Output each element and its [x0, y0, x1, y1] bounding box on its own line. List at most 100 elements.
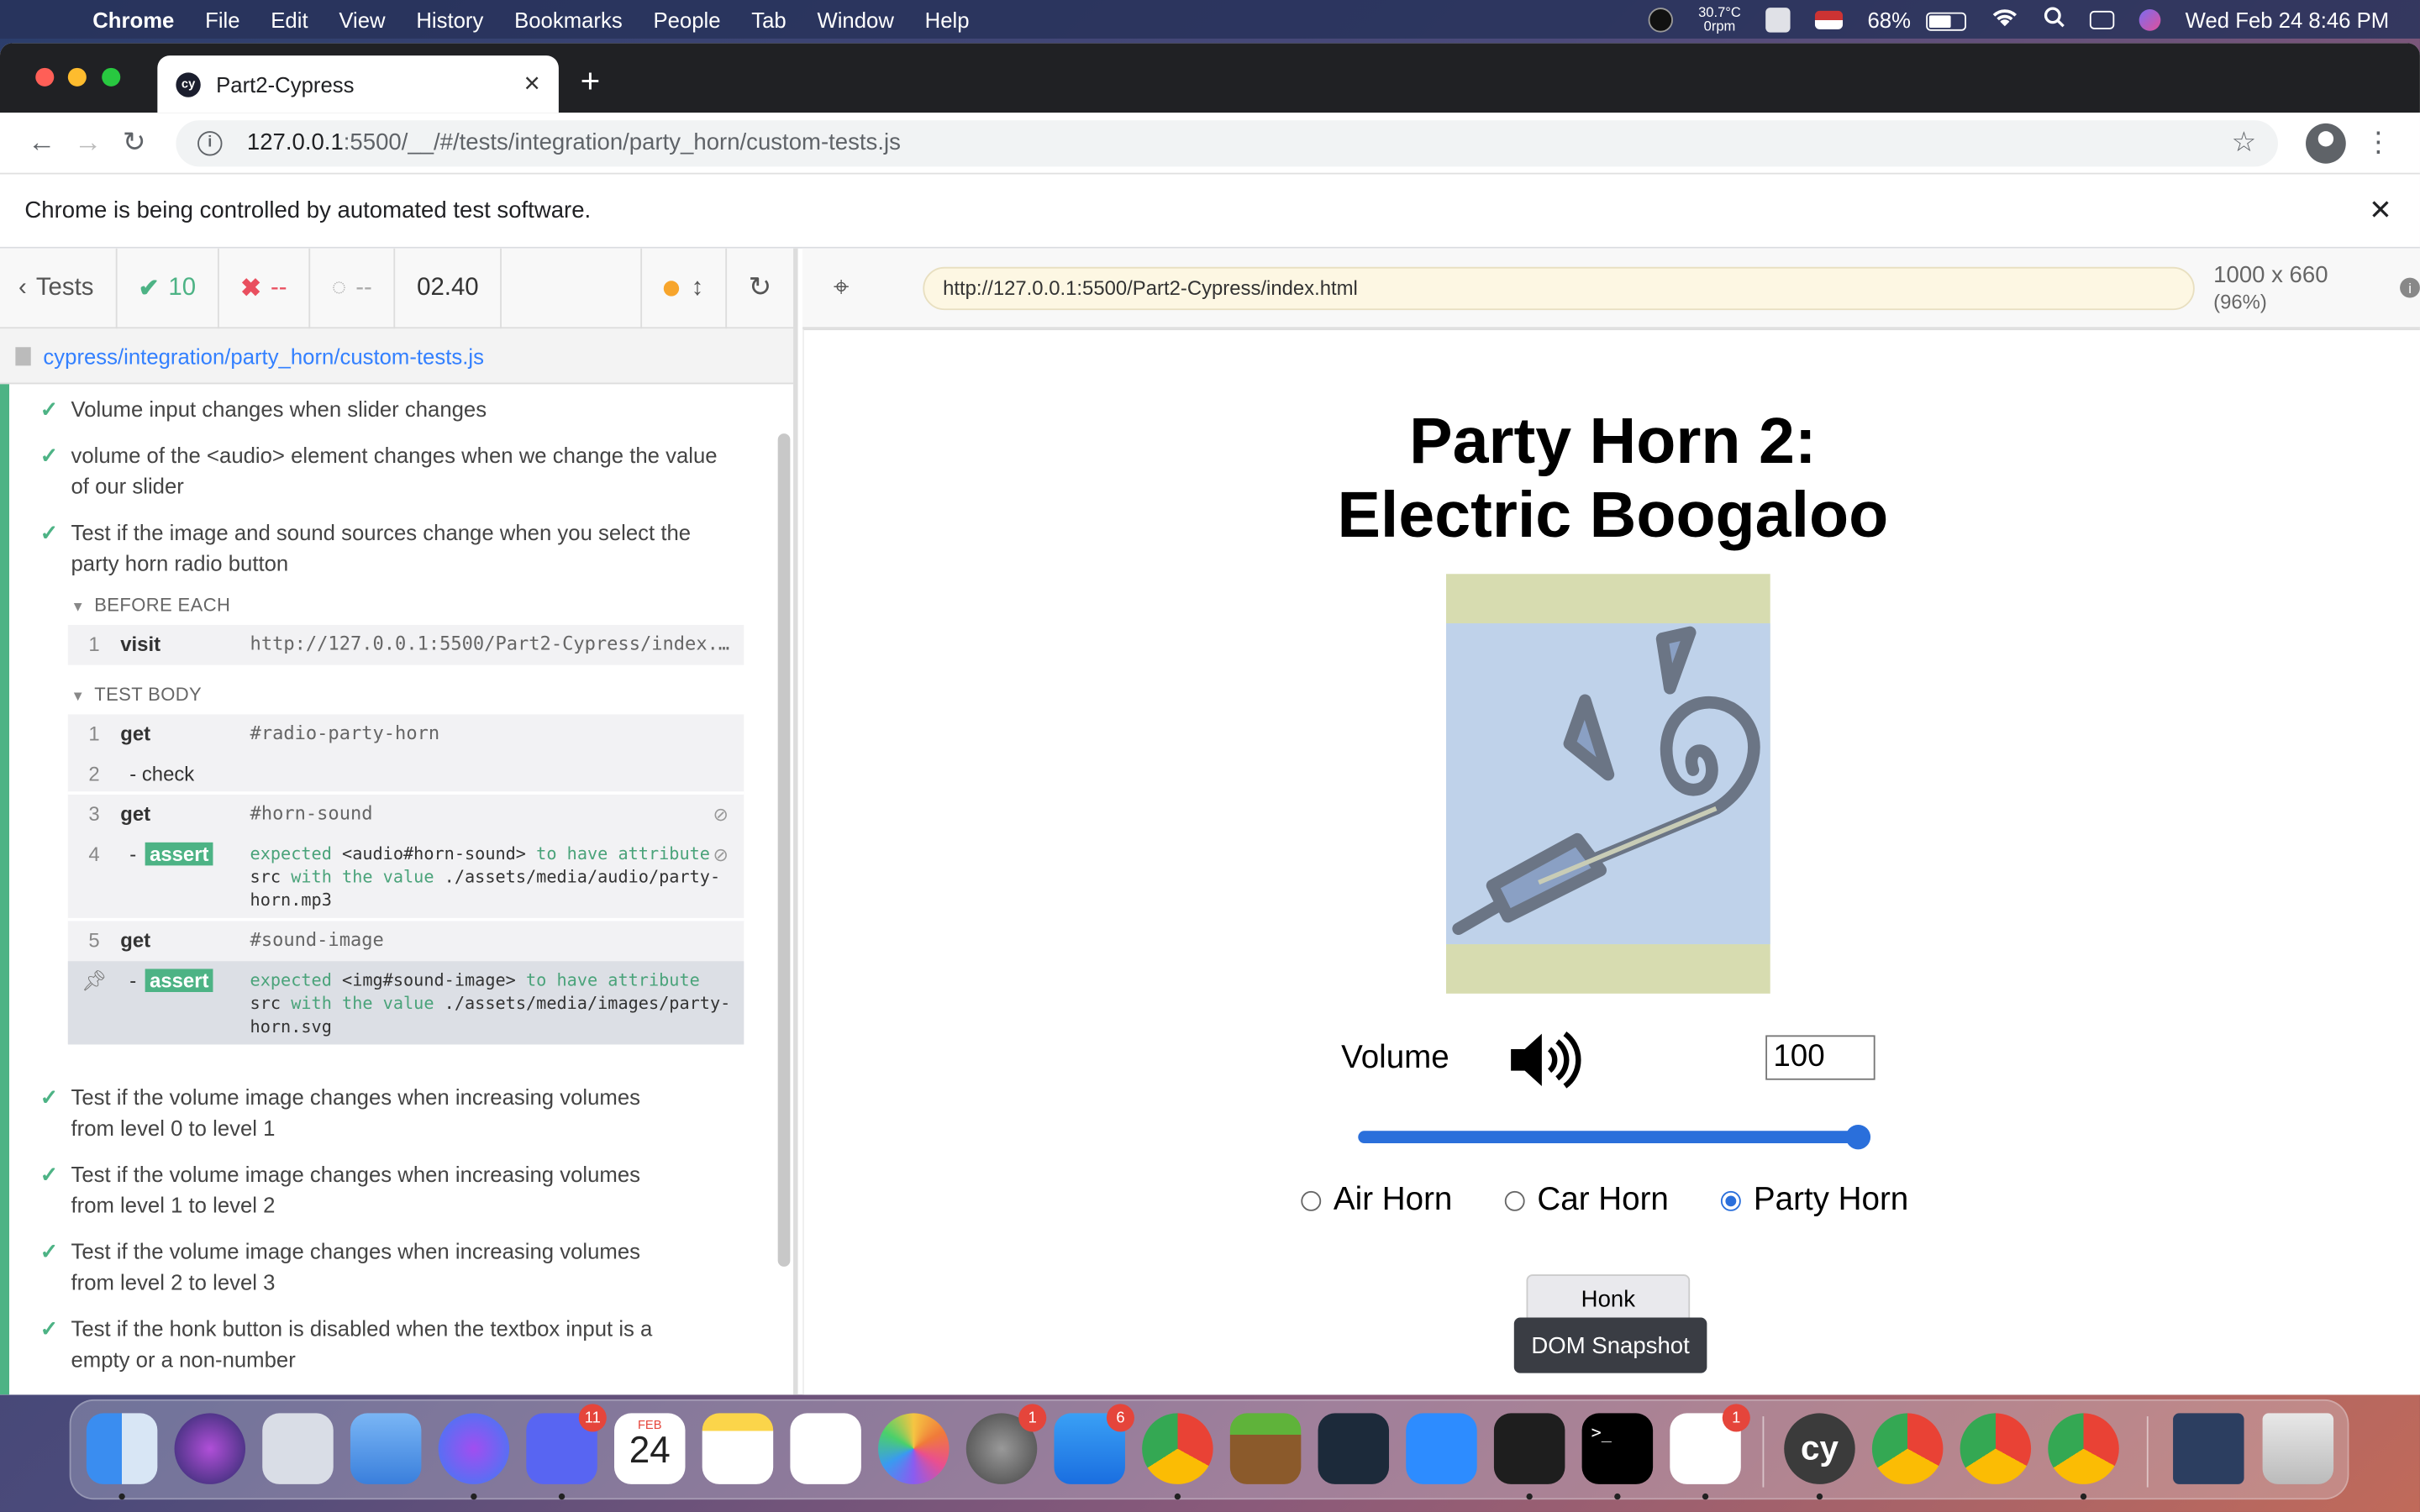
finder-icon[interactable]	[86, 1413, 158, 1484]
chrome-menu-icon[interactable]: ⋮	[2365, 127, 2392, 160]
new-tab-icon[interactable]: +	[581, 61, 601, 102]
radio-party-horn[interactable]: Party Horn	[1721, 1182, 1908, 1219]
tab-close-icon[interactable]: ×	[524, 68, 540, 101]
address-bar[interactable]: i 127.0.0.1:5500/__/#/tests/integration/…	[176, 119, 2278, 166]
spotlight-search-icon[interactable]	[2044, 6, 2065, 32]
test-item-expanded[interactable]: ✓ Test if the image and sound sources ch…	[40, 517, 772, 578]
notes-icon[interactable]	[702, 1413, 774, 1484]
terminal-icon[interactable]: >_	[1581, 1413, 1654, 1484]
chrome-window-icon[interactable]	[1871, 1413, 1944, 1484]
passed-check-icon: ✓	[39, 1315, 59, 1341]
minecraft-icon[interactable]	[1229, 1413, 1302, 1484]
command-message: #radio-party-horn	[250, 722, 440, 744]
radio-air-horn[interactable]: Air Horn	[1301, 1182, 1452, 1219]
hacker-app-icon[interactable]	[1318, 1413, 1390, 1484]
test-item[interactable]: ✓ Volume input changes when slider chang…	[40, 393, 772, 424]
tests-back-button[interactable]: ‹ Tests	[0, 248, 117, 328]
trash-icon[interactable]	[2262, 1413, 2334, 1484]
five-app-icon[interactable]	[1765, 7, 1791, 32]
command-row-get-radio[interactable]: 1 get #radio-party-horn	[68, 714, 744, 754]
battery-indicator[interactable]: 68%	[1867, 7, 1966, 32]
reload-icon[interactable]: ↻	[111, 127, 157, 160]
control-center-icon[interactable]	[2089, 9, 2115, 29]
system-preferences-icon[interactable]: 1	[965, 1404, 1047, 1484]
command-row-get-image[interactable]: 5 get #sound-image	[68, 921, 744, 962]
volume-slider[interactable]	[1358, 1124, 1871, 1150]
honk-button[interactable]: Honk	[1526, 1274, 1691, 1324]
browser-toolbar: ← → ↻ i 127.0.0.1:5500/__/#/tests/integr…	[0, 113, 2420, 175]
cypress-favicon-icon: cy	[176, 71, 201, 97]
running-indicator	[118, 1493, 125, 1500]
back-arrow-icon[interactable]: ←	[18, 127, 65, 160]
menu-people[interactable]: People	[653, 7, 720, 31]
reminders-icon[interactable]	[790, 1413, 861, 1484]
fan-control-icon[interactable]	[1649, 7, 1674, 32]
auto-scroll-toggle[interactable]: ↕	[640, 248, 725, 328]
command-row-check[interactable]: 2 - check	[67, 754, 744, 795]
chrome-window-icon[interactable]	[1960, 1413, 2032, 1484]
chrome-icon[interactable]	[1142, 1413, 1213, 1484]
window-close-button[interactable]	[35, 67, 55, 87]
browser-tab[interactable]: cy Part2-Cypress ×	[157, 55, 559, 113]
before-each-hook-header[interactable]: ▼ BEFORE EACH	[71, 594, 771, 616]
menu-tab[interactable]: Tab	[751, 7, 786, 31]
mail-icon[interactable]	[350, 1413, 422, 1484]
vscode-icon[interactable]	[1493, 1413, 1565, 1484]
menu-edit[interactable]: Edit	[271, 7, 308, 31]
photos-icon[interactable]	[878, 1413, 950, 1484]
command-row-assert-audio[interactable]: 4 - assert expected <audio#horn-sound> t…	[67, 835, 744, 921]
chrome-window-icon[interactable]	[2048, 1413, 2119, 1484]
cypress-app-icon[interactable]: cy	[1784, 1413, 1855, 1484]
menu-view[interactable]: View	[339, 7, 385, 31]
rerun-button[interactable]: ↻	[725, 248, 793, 328]
volume-slider-thumb[interactable]	[1845, 1124, 1871, 1150]
menu-history[interactable]: History	[416, 7, 483, 31]
flag-us-icon[interactable]	[1815, 9, 1844, 29]
test-item[interactable]: ✓ Test if the honk button is disabled wh…	[40, 1313, 772, 1374]
test-item[interactable]: ✓ Test if the volume image changes when …	[40, 1082, 772, 1143]
clock-datetime[interactable]: Wed Feb 24 8:46 PM	[2186, 7, 2390, 31]
launchpad-icon[interactable]	[262, 1413, 334, 1484]
menu-window[interactable]: Window	[817, 7, 893, 31]
menu-file[interactable]: File	[205, 7, 239, 31]
reporter-scrollbar[interactable]	[777, 433, 791, 1267]
app-store-icon[interactable]: 6	[1054, 1404, 1134, 1484]
bookmark-star-icon[interactable]: ☆	[2232, 127, 2257, 160]
messenger-icon[interactable]	[438, 1413, 510, 1484]
slack-icon[interactable]: 1	[1670, 1404, 1750, 1484]
battery-fill	[1928, 14, 1950, 28]
command-row-visit[interactable]: 1 visit http://127.0.0.1:5500/Part2-Cypr…	[68, 625, 744, 665]
window-zoom-button[interactable]	[102, 67, 121, 87]
wifi-icon[interactable]	[1991, 5, 2018, 33]
volume-level-3-icon	[1507, 1029, 1581, 1099]
forward-arrow-icon[interactable]: →	[65, 127, 111, 160]
radio-car-horn[interactable]: Car Horn	[1504, 1182, 1669, 1219]
siri-icon[interactable]	[174, 1413, 246, 1484]
test-item[interactable]: ✓ volume of the <audio> element changes …	[40, 439, 772, 501]
downloads-stack-icon[interactable]	[2173, 1413, 2244, 1484]
window-minimize-button[interactable]	[67, 67, 87, 87]
calendar-icon[interactable]: FEB 24	[614, 1413, 686, 1484]
spec-path-link[interactable]: cypress/integration/party_horn/custom-te…	[43, 344, 484, 368]
selector-playground-icon[interactable]: ⌖	[834, 271, 880, 304]
viewport-info-icon[interactable]: i	[2400, 277, 2420, 298]
profile-avatar[interactable]	[2306, 123, 2346, 163]
test-title: Test if the image and sound sources chan…	[71, 519, 692, 576]
siri-icon[interactable]	[2139, 8, 2161, 30]
volume-number-input[interactable]	[1765, 1035, 1876, 1080]
menu-app-name[interactable]: Chrome	[92, 7, 174, 31]
command-row-assert-image[interactable]: 📌︎ - assert expected <img#sound-image> t…	[67, 961, 744, 1045]
test-item[interactable]: ✓ Test if the volume image changes when …	[40, 1236, 772, 1297]
test-item[interactable]: ✓ Test if the volume image changes when …	[40, 1158, 772, 1220]
site-info-icon[interactable]: i	[197, 130, 223, 155]
discord-icon[interactable]: 11	[526, 1404, 607, 1484]
aut-url-bar[interactable]: http://127.0.0.1:5500/Part2-Cypress/inde…	[923, 265, 2196, 310]
test-body-header[interactable]: ▼ TEST BODY	[71, 684, 771, 706]
zoom-icon[interactable]	[1406, 1413, 1477, 1484]
cypress-reporter: ‹ Tests ✔ 10 ✖ -- ◌ -- 02.40 ↕ ↻ cypress…	[0, 248, 798, 1395]
infobar-close-icon[interactable]: ✕	[2369, 194, 2392, 227]
menu-help[interactable]: Help	[925, 7, 970, 31]
command-row-get-sound[interactable]: 3 get #horn-sound ⊘	[68, 795, 744, 835]
menu-bookmarks[interactable]: Bookmarks	[514, 7, 623, 31]
dock-separator	[1762, 1416, 1765, 1488]
